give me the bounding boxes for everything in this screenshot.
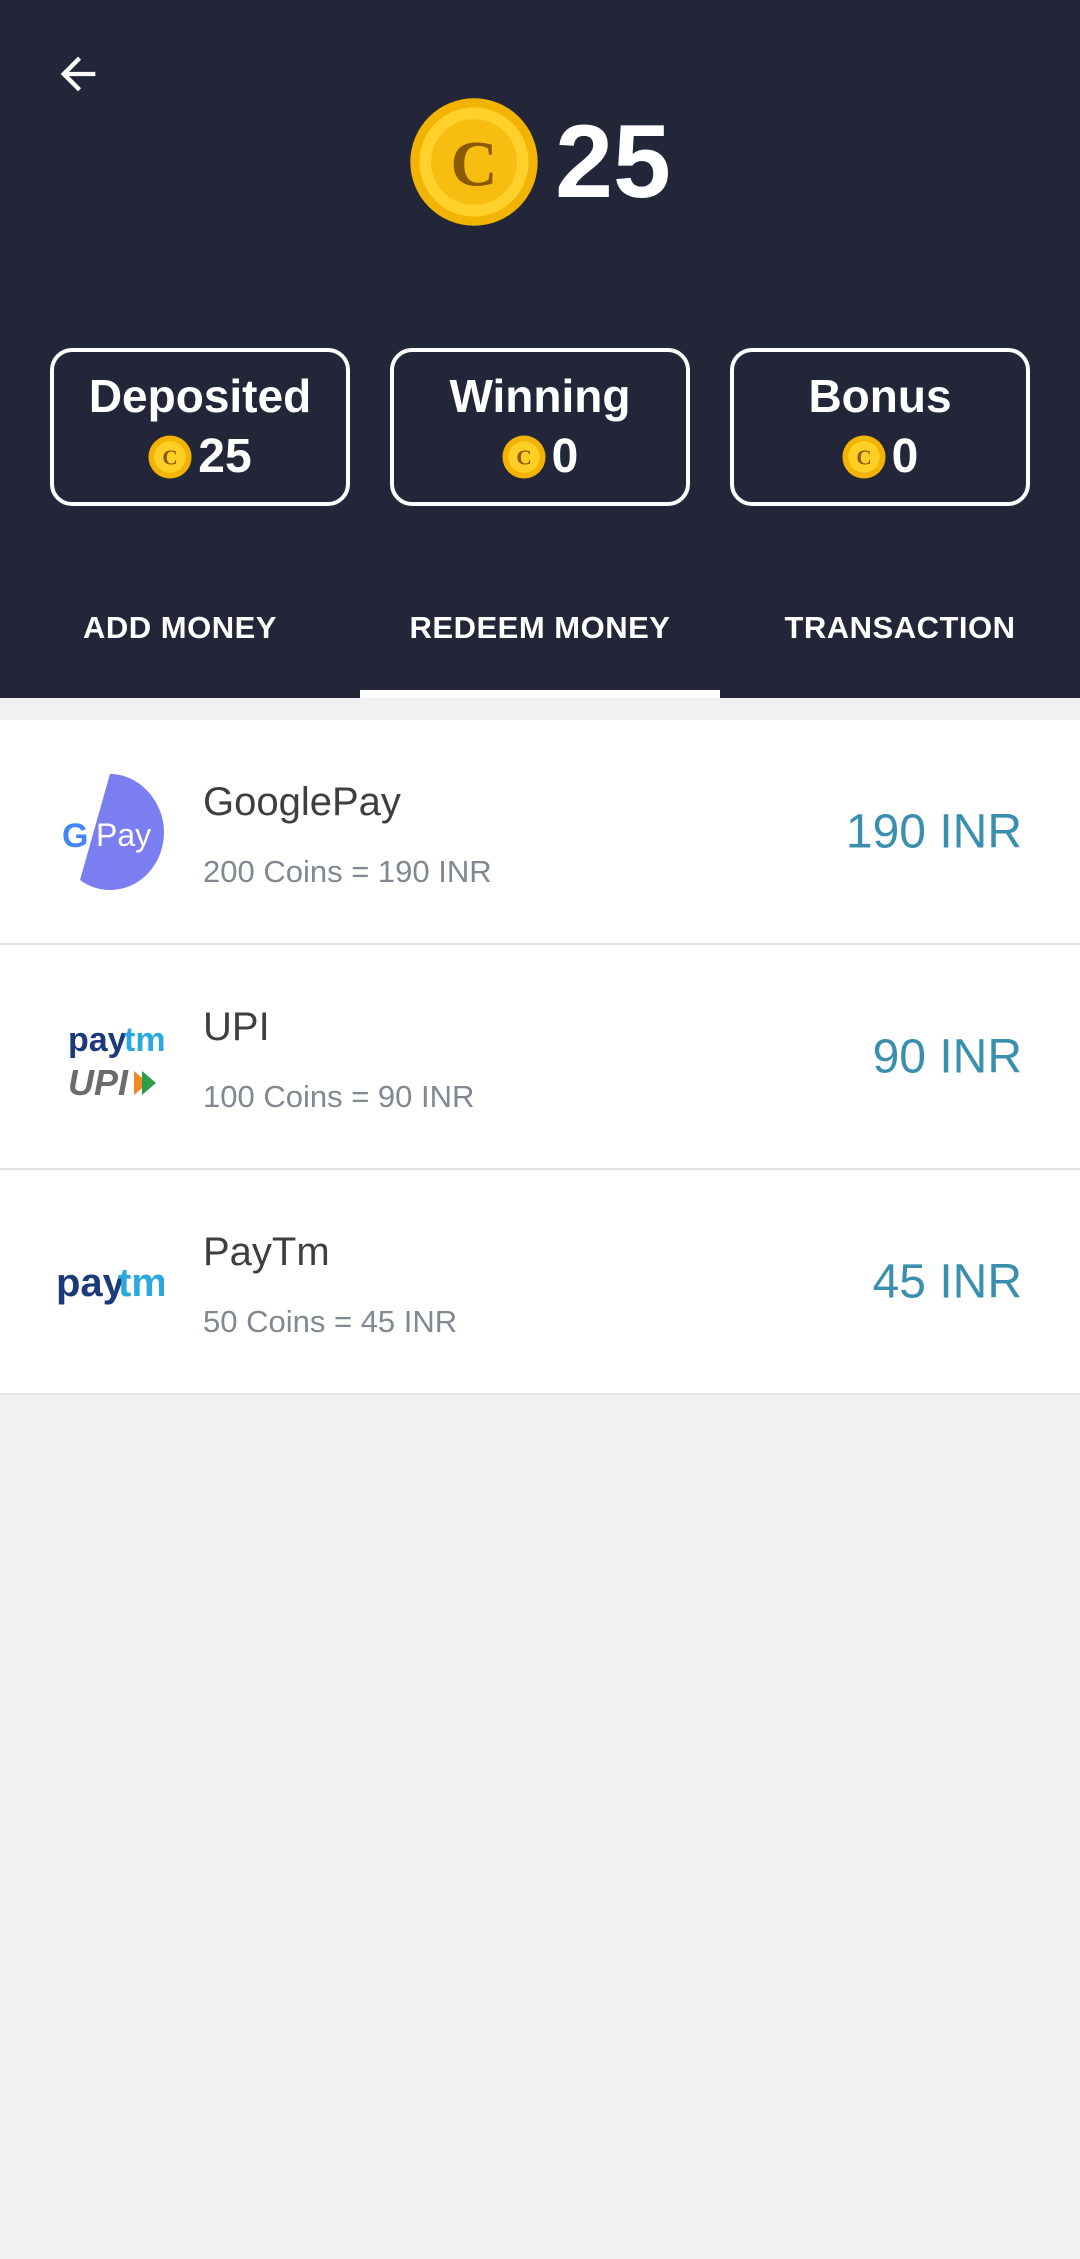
option-name: GooglePay (203, 780, 401, 824)
card-amount: 0 (891, 430, 919, 483)
card-title: Bonus (808, 370, 952, 422)
tab-label: REDEEM MONEY (409, 610, 671, 645)
tab-label: TRANSACTION (784, 610, 1016, 645)
wallet-header: C 25 Deposited C 25 Winning C 0 Bonus C … (0, 0, 1080, 698)
option-amount: 90 INR (872, 1030, 1022, 1083)
deposited-card: Deposited C 25 (50, 348, 350, 506)
redeem-options-list: G Pay GooglePay 200 Coins = 190 INR 190 … (0, 720, 1080, 1395)
svg-text:pay: pay (68, 1021, 127, 1059)
redeem-option-paytm[interactable]: pay tm PayTm 50 Coins = 45 INR 45 INR (0, 1170, 1080, 1395)
svg-text:C: C (516, 445, 531, 469)
svg-text:tm: tm (118, 1261, 164, 1305)
coin-icon: C (410, 98, 538, 226)
option-rate: 100 Coins = 90 INR (203, 1079, 475, 1114)
card-title: Winning (449, 370, 631, 422)
svg-text:C: C (856, 445, 871, 469)
balance-value: 25 (555, 104, 671, 220)
option-name: UPI (203, 1005, 270, 1049)
paytm-upi-logo: pay tm UPI (68, 1021, 164, 1103)
option-amount: 45 INR (872, 1255, 1022, 1308)
card-value: C 0 (502, 430, 579, 483)
tab-label: ADD MONEY (83, 610, 277, 645)
option-name: PayTm (203, 1230, 330, 1274)
svg-text:pay: pay (56, 1261, 126, 1305)
bonus-card: Bonus C 0 (730, 348, 1030, 506)
total-balance: C 25 (0, 92, 1080, 232)
tab-add-money[interactable]: ADD MONEY (0, 594, 360, 698)
card-value: C 25 (148, 430, 252, 483)
option-rate: 50 Coins = 45 INR (203, 1304, 458, 1339)
svg-text:C: C (451, 128, 498, 200)
google-pay-logo: G Pay (62, 773, 164, 890)
paytm-logo: pay tm (56, 1261, 164, 1305)
coin-icon: C (842, 435, 886, 479)
tab-bar: ADD MONEY REDEEM MONEY TRANSACTION (0, 594, 1080, 698)
google-pay-logo-text: Pay (96, 817, 151, 853)
tab-redeem-money[interactable]: REDEEM MONEY (360, 594, 720, 698)
card-amount: 25 (198, 430, 252, 483)
card-title: Deposited (88, 370, 312, 422)
wallet-cards: Deposited C 25 Winning C 0 Bonus C 0 (50, 348, 1030, 506)
card-amount: 0 (551, 430, 579, 483)
redeem-option-upi[interactable]: pay tm UPI UPI 100 Coins = 90 INR 90 INR (0, 945, 1080, 1170)
redeem-option-googlepay[interactable]: G Pay GooglePay 200 Coins = 190 INR 190 … (0, 720, 1080, 945)
coin-icon: C (148, 435, 192, 479)
coin-icon: C (502, 435, 546, 479)
svg-text:tm: tm (124, 1021, 164, 1059)
winning-card: Winning C 0 (390, 348, 690, 506)
card-value: C 0 (842, 430, 919, 483)
svg-text:G: G (62, 817, 88, 855)
svg-text:UPI: UPI (68, 1062, 129, 1103)
option-rate: 200 Coins = 190 INR (203, 854, 492, 889)
svg-text:C: C (163, 445, 178, 469)
option-amount: 190 INR (845, 805, 1022, 858)
tab-transaction[interactable]: TRANSACTION (720, 594, 1080, 698)
